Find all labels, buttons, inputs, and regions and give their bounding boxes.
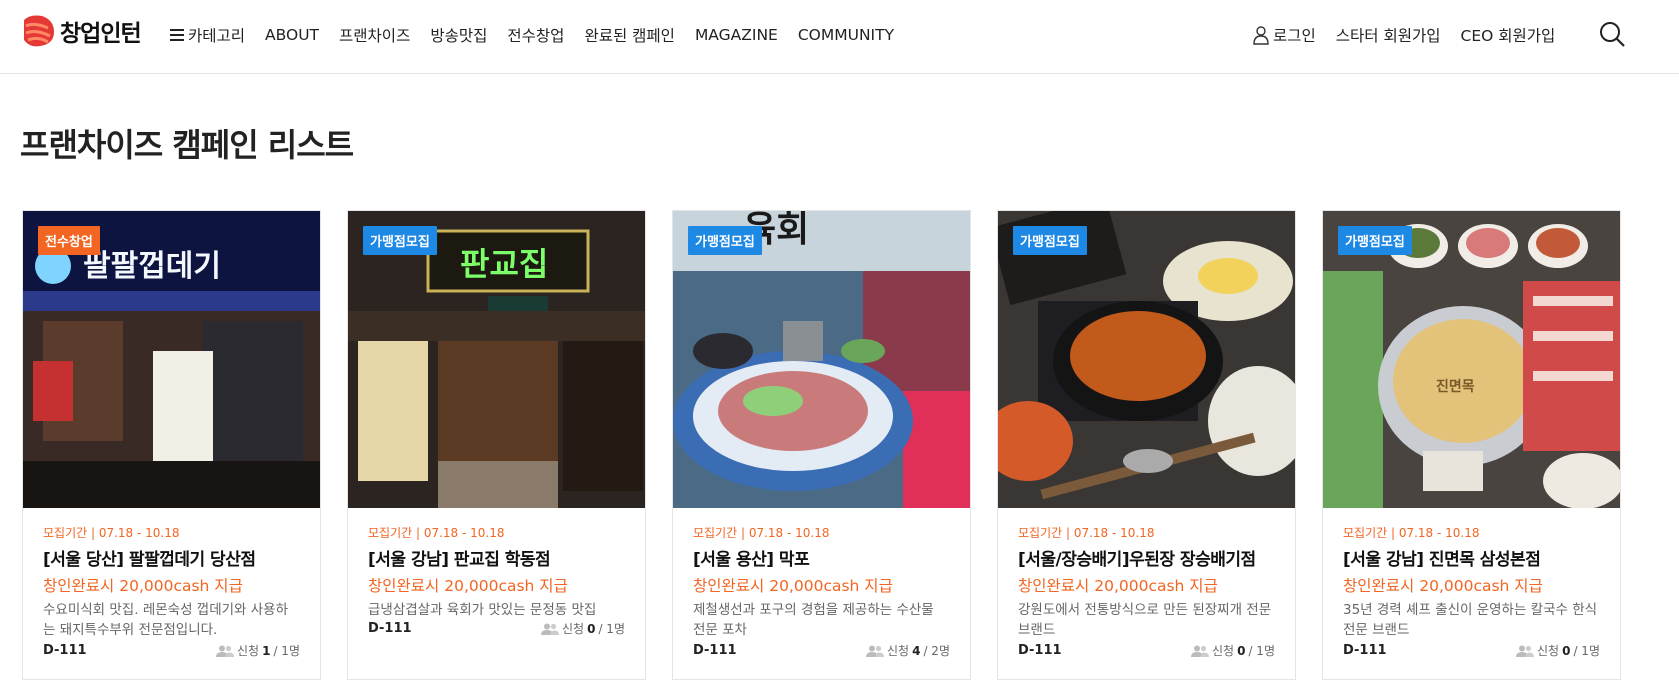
user-icon (1253, 25, 1269, 45)
applicant-count: 신청 4 / 2명 (866, 642, 950, 659)
category-badge: 가맹점모집 (688, 226, 762, 255)
campaign-description: 수요미식회 맛집. 레몬숙성 껍데기와 사용하는 돼지특수부위 전문점입니다. (43, 602, 289, 638)
campaign-card[interactable]: 가맹점모집 모집기간 | 07.18 - 10.18 [서울/장승배기]우된장 … (997, 210, 1296, 680)
image-signage-text: 판교집 (460, 245, 548, 283)
applied-count: 0 (587, 621, 596, 636)
campaign-description: 제철생선과 포구의 경험을 제공하는 수산물 전문 포차 (693, 602, 934, 638)
campaign-image: 진면목 가맹점모집 (1323, 211, 1620, 508)
campaign-card[interactable]: 진면목 가맹점모집 모집기간 | 07.18 - 10.18 [서울 강남] 진… (1322, 210, 1621, 680)
applicant-count: 신청 0 / 1명 (541, 620, 625, 637)
capacity: / 1명 (598, 622, 625, 636)
nav-completed-campaigns[interactable]: 완료된 캠페인 (584, 24, 675, 46)
nav-about[interactable]: ABOUT (265, 26, 319, 44)
nav-community[interactable]: COMMUNITY (798, 26, 894, 44)
applied-count: 0 (1237, 643, 1246, 658)
category-badge: 전수창업 (38, 226, 100, 255)
campaign-image: 육회 가맹점모집 (673, 211, 970, 508)
applied-count: 4 (912, 643, 921, 658)
campaign-card[interactable]: 판교집 가맹점모집 모집기간 | 07.18 - 10.18 [서울 강남] 판… (347, 210, 646, 680)
people-icon (541, 623, 559, 635)
apply-label: 신청 (887, 644, 910, 658)
site-logo[interactable]: 창업인턴 (20, 14, 142, 48)
applicant-count: 신청 0 / 1명 (1516, 642, 1600, 659)
category-badge: 가맹점모집 (1338, 226, 1412, 255)
reward-text: 창인완료시 20,000cash 지급 (1018, 577, 1218, 595)
applied-count: 1 (262, 643, 271, 658)
d-day: D-111 (1018, 643, 1062, 658)
site-header: 창업인턴 카테고리 ABOUT 프랜차이즈 방송맛집 전수창업 완료된 캠페인 … (0, 0, 1679, 74)
recruit-period: 모집기간 | 07.18 - 10.18 (1018, 526, 1155, 540)
campaign-title[interactable]: [서울/장승배기]우된장 장승배기점 (1018, 545, 1275, 570)
campaign-list: 팔팔껍데기 전수창업 모집기간 | 07.18 - 10.18 [서울 당산] … (22, 210, 1621, 680)
nav-franchise[interactable]: 프랜차이즈 (339, 24, 410, 46)
image-signage-text: 진면목 (1436, 378, 1475, 395)
auth-links: 로그인 스타터 회원가입 CEO 회원가입 (1253, 24, 1575, 46)
campaign-title[interactable]: [서울 용산] 막포 (693, 545, 950, 570)
applicant-count: 신청 0 / 1명 (1191, 642, 1275, 659)
logo-mark-icon (24, 15, 54, 47)
campaign-image: 판교집 가맹점모집 (348, 211, 645, 508)
recruit-period: 모집기간 | 07.18 - 10.18 (1343, 526, 1480, 540)
nav-magazine[interactable]: MAGAZINE (695, 26, 778, 44)
reward-text: 창인완료시 20,000cash 지급 (43, 577, 243, 595)
campaign-title[interactable]: [서울 강남] 진면목 삼성본점 (1343, 545, 1600, 570)
reward-text: 창인완료시 20,000cash 지급 (368, 577, 568, 595)
apply-label: 신청 (1212, 644, 1235, 658)
campaign-description: 35년 경력 셰프 출신이 운영하는 칼국수 한식 전문 브랜드 (1343, 602, 1598, 638)
d-day: D-111 (693, 643, 737, 658)
apply-label: 신청 (1537, 644, 1560, 658)
category-badge: 가맹점모집 (363, 226, 437, 255)
recruit-period: 모집기간 | 07.18 - 10.18 (368, 526, 505, 540)
campaign-card[interactable]: 육회 가맹점모집 모집기간 | 07.18 - 10.18 [서울 용산] 막포… (672, 210, 971, 680)
login-label: 로그인 (1273, 27, 1316, 45)
campaign-card[interactable]: 팔팔껍데기 전수창업 모집기간 | 07.18 - 10.18 [서울 당산] … (22, 210, 321, 680)
category-badge: 가맹점모집 (1013, 226, 1087, 255)
recruit-period: 모집기간 | 07.18 - 10.18 (693, 526, 830, 540)
campaign-image: 가맹점모집 (998, 211, 1295, 508)
nav-category[interactable]: 카테고리 (170, 24, 245, 46)
campaign-image: 팔팔껍데기 전수창업 (23, 211, 320, 508)
campaign-title[interactable]: [서울 강남] 판교집 학동점 (368, 545, 625, 570)
page-title: 프랜차이즈 캠페인 리스트 (20, 126, 354, 164)
d-day: D-111 (1343, 643, 1387, 658)
capacity: / 1명 (1573, 644, 1600, 658)
capacity: / 1명 (273, 644, 300, 658)
reward-text: 창인완료시 20,000cash 지급 (1343, 577, 1543, 595)
starter-signup-link[interactable]: 스타터 회원가입 (1336, 24, 1441, 46)
people-icon (1516, 645, 1534, 657)
ceo-signup-link[interactable]: CEO 회원가입 (1461, 24, 1556, 46)
hamburger-icon (170, 29, 184, 41)
people-icon (1191, 645, 1209, 657)
search-icon[interactable] (1598, 20, 1626, 48)
logo-text: 창업인턴 (60, 21, 142, 47)
apply-label: 신청 (237, 644, 260, 658)
recruit-period: 모집기간 | 07.18 - 10.18 (43, 526, 180, 540)
campaign-description: 강원도에서 전통방식으로 만든 된장찌개 전문 브랜드 (1018, 602, 1272, 638)
d-day: D-111 (43, 643, 87, 658)
reward-text: 창인완료시 20,000cash 지급 (693, 577, 893, 595)
d-day: D-111 (368, 621, 412, 636)
capacity: / 2명 (923, 644, 950, 658)
applicant-count: 신청 1 / 1명 (216, 642, 300, 659)
apply-label: 신청 (562, 622, 585, 636)
nav-transfer-startup[interactable]: 전수창업 (507, 24, 564, 46)
applied-count: 0 (1562, 643, 1571, 658)
main-nav: 카테고리 ABOUT 프랜차이즈 방송맛집 전수창업 완료된 캠페인 MAGAZ… (170, 24, 914, 46)
nav-category-label: 카테고리 (188, 27, 246, 45)
people-icon (866, 645, 884, 657)
capacity: / 1명 (1248, 644, 1275, 658)
image-signage-text: 팔팔껍데기 (83, 249, 221, 284)
nav-tv-restaurants[interactable]: 방송맛집 (430, 24, 487, 46)
people-icon (216, 645, 234, 657)
login-link[interactable]: 로그인 (1253, 24, 1316, 46)
campaign-title[interactable]: [서울 당산] 팔팔껍데기 당산점 (43, 545, 300, 570)
